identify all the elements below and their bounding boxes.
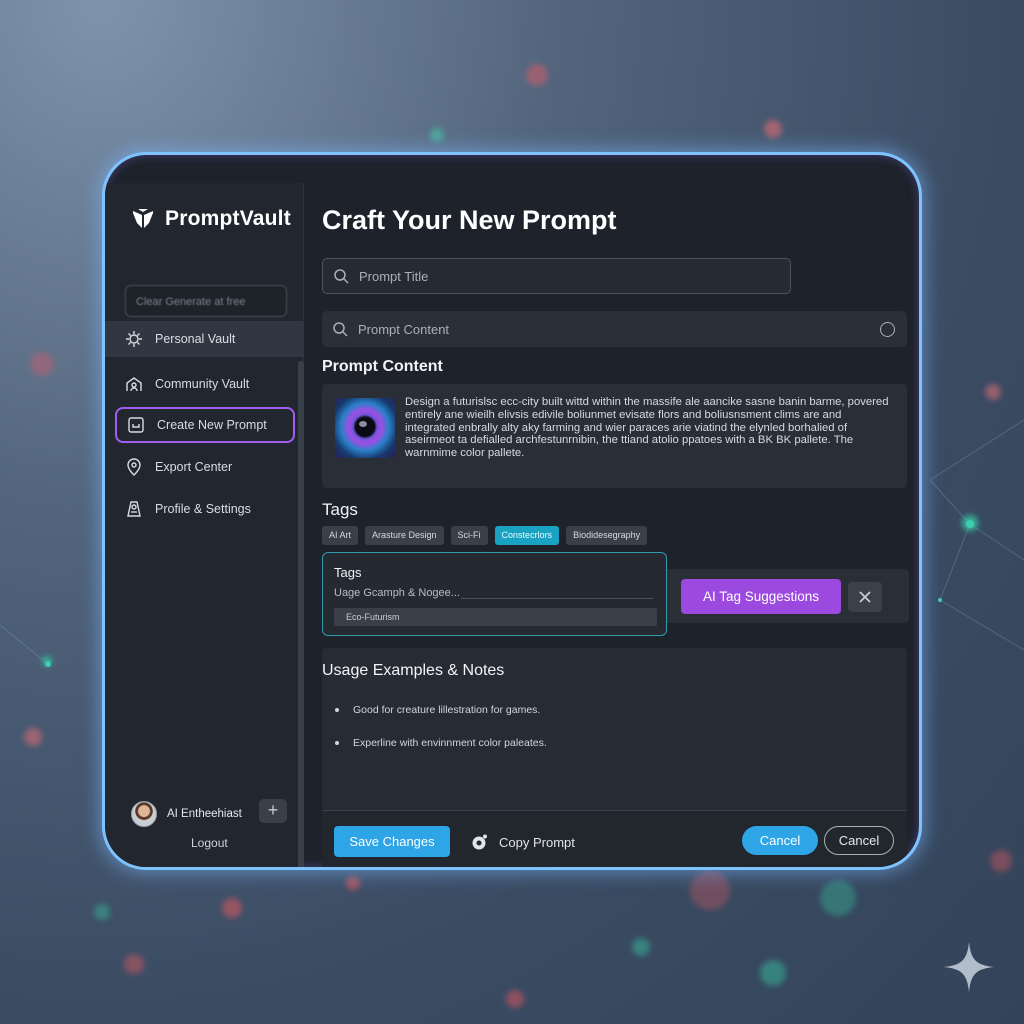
app-logo[interactable]: PromptVault: [131, 207, 291, 231]
sidebar-item-label: Create New Prompt: [157, 418, 267, 432]
sidebar-item-label: Export Center: [155, 460, 233, 474]
tag-chip[interactable]: Arasture Design: [365, 526, 444, 545]
community-icon: [126, 377, 142, 392]
copy-icon: [472, 834, 487, 850]
app-name: PromptVault: [165, 207, 291, 230]
search-icon: [333, 322, 348, 337]
sidebar-item-community-vault[interactable]: Community Vault: [105, 366, 303, 402]
note-item: Experline with envinnment color paleates…: [335, 737, 547, 749]
action-footer: Save Changes Copy Prompt Cancel Cancel: [322, 810, 907, 867]
sparkle-icon: [944, 942, 994, 992]
tag-chip-list: AI Art Arasture Design Sci-Fi Constecrlo…: [322, 526, 648, 545]
notes-title: Usage Examples & Notes: [322, 662, 505, 679]
tag-editor-input[interactable]: Uage Gcamph & Nogee...: [334, 587, 460, 599]
circle-toggle-icon[interactable]: [880, 322, 895, 337]
export-icon: [127, 458, 141, 476]
sidebar-item-label: Community Vault: [155, 377, 250, 391]
copy-prompt-label: Copy Prompt: [499, 834, 575, 850]
prompt-title-placeholder: Prompt Title: [359, 268, 429, 284]
prompt-title-input[interactable]: Prompt Title: [322, 258, 791, 294]
profile-icon: [127, 501, 141, 517]
page-title: Craft Your New Prompt: [322, 205, 617, 235]
tag-chip-active[interactable]: Constecrlors: [494, 526, 560, 545]
sidebar-item-export-center[interactable]: Export Center: [105, 449, 303, 485]
close-icon: [859, 591, 871, 603]
search-icon: [334, 269, 349, 284]
prompt-content-label: Prompt Content: [322, 358, 443, 375]
save-changes-button[interactable]: Save Changes: [334, 826, 450, 857]
prompt-content-text: Design a futurislsc ecc-city built wittd…: [405, 396, 889, 460]
prompt-thumbnail-image: [335, 398, 395, 458]
add-account-button[interactable]: +: [259, 799, 287, 823]
prompt-content-preview[interactable]: Design a futurislsc ecc-city built wittd…: [322, 384, 907, 488]
cancel-primary-button[interactable]: Cancel: [742, 826, 818, 855]
sidebar-item-label: Personal Vault: [155, 332, 236, 346]
personal-vault-icon: [126, 331, 142, 347]
tag-chip[interactable]: AI Art: [322, 526, 359, 545]
sidebar: PromptVault Clear Generate at free Perso…: [105, 183, 304, 867]
tag-chip[interactable]: Sci-Fi: [450, 526, 488, 545]
prompt-content-placeholder: Prompt Content: [358, 321, 450, 337]
tags-label: Tags: [322, 500, 358, 519]
sidebar-item-profile-settings[interactable]: Profile & Settings: [105, 491, 303, 527]
ai-tag-suggestions-button[interactable]: AI Tag Suggestions: [681, 579, 841, 614]
tag-chip[interactable]: Biodidesegraphy: [566, 526, 648, 545]
prompt-content-input[interactable]: Prompt Content: [322, 311, 907, 347]
create-icon: [128, 417, 144, 433]
sidebar-item-personal-vault[interactable]: Personal Vault: [105, 321, 303, 357]
main-content: Craft Your New Prompt Prompt Title Promp…: [303, 155, 919, 867]
avatar: [131, 801, 157, 827]
sidebar-item-create-new-prompt[interactable]: Create New Prompt: [115, 407, 295, 443]
tag-editor-panel[interactable]: Tags Uage Gcamph & Nogee... Eco-Futurism: [322, 552, 667, 636]
usage-notes-panel: Usage Examples & Notes Good for creature…: [322, 648, 907, 810]
cancel-secondary-button[interactable]: Cancel: [824, 826, 894, 855]
close-tags-button[interactable]: [848, 582, 882, 612]
note-item: Good for creature lillestration for game…: [334, 704, 541, 716]
logout-link[interactable]: Logout: [191, 836, 228, 850]
sidebar-item-label: Profile & Settings: [155, 502, 251, 516]
user-profile[interactable]: AI Entheehiast: [131, 801, 242, 827]
divider: [461, 598, 653, 599]
app-window: PromptVault Clear Generate at free Perso…: [102, 152, 922, 870]
tag-editor-chip[interactable]: Eco-Futurism: [334, 608, 657, 626]
sidebar-search-input[interactable]: Clear Generate at free: [125, 285, 287, 317]
logo-icon: [133, 209, 153, 228]
copy-prompt-button[interactable]: Copy Prompt: [471, 833, 575, 851]
tag-editor-title: Tags: [334, 565, 362, 580]
user-name: AI Entheehiast: [167, 808, 242, 820]
